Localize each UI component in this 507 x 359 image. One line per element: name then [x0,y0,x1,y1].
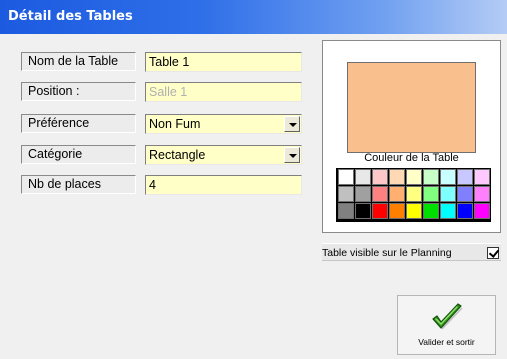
table-name-input[interactable]: Table 1 [145,52,302,72]
planning-visibility-label: Table visible sur le Planning [322,247,452,259]
places-input[interactable]: 4 [145,175,302,195]
color-swatch[interactable] [423,203,439,219]
color-swatch[interactable] [338,203,354,219]
places-label: Nb de places [21,175,136,194]
color-swatch[interactable] [423,186,439,202]
color-swatch[interactable] [372,186,388,202]
color-swatch[interactable] [355,186,371,202]
color-swatch[interactable] [457,169,473,185]
table-name-label: Nom de la Table [21,52,136,71]
color-swatch[interactable] [423,169,439,185]
category-value: Rectangle [149,148,206,162]
title-bar: Détail des Tables [0,0,507,34]
color-swatch[interactable] [389,169,405,185]
color-palette [336,168,491,222]
color-swatch[interactable] [474,186,490,202]
color-swatch[interactable] [406,169,422,185]
color-swatch[interactable] [406,186,422,202]
color-swatch[interactable] [440,203,456,219]
position-label: Position : [21,82,136,101]
color-swatch[interactable] [389,186,405,202]
color-swatch[interactable] [389,203,405,219]
preference-label: Préférence [21,114,136,133]
color-swatch[interactable] [355,203,371,219]
color-swatch[interactable] [355,169,371,185]
position-input: Salle 1 [145,82,302,102]
color-swatch[interactable] [474,203,490,219]
chevron-down-icon[interactable] [284,116,300,132]
color-swatch[interactable] [440,186,456,202]
color-label: Couleur de la Table [364,152,459,164]
color-swatch[interactable] [338,169,354,185]
color-preview [347,62,476,153]
color-swatch[interactable] [474,169,490,185]
checkmark-icon [432,303,463,330]
window-title: Détail des Tables [8,9,133,24]
color-swatch[interactable] [457,203,473,219]
color-swatch[interactable] [372,169,388,185]
color-swatch[interactable] [457,186,473,202]
category-label: Catégorie [21,145,136,164]
preference-select[interactable]: Non Fum [145,114,302,134]
validate-exit-button[interactable]: Valider et sortir [397,295,496,355]
planning-visibility-checkbox[interactable] [487,247,499,259]
category-select[interactable]: Rectangle [145,145,302,165]
color-panel: Couleur de la Table [322,40,501,233]
validate-exit-label: Valider et sortir [418,337,475,347]
color-swatch[interactable] [372,203,388,219]
color-swatch[interactable] [406,203,422,219]
preference-value: Non Fum [149,117,201,131]
color-swatch[interactable] [440,169,456,185]
color-swatch[interactable] [338,186,354,202]
chevron-down-icon[interactable] [284,147,300,163]
planning-visibility-row[interactable]: Table visible sur le Planning [322,243,501,261]
